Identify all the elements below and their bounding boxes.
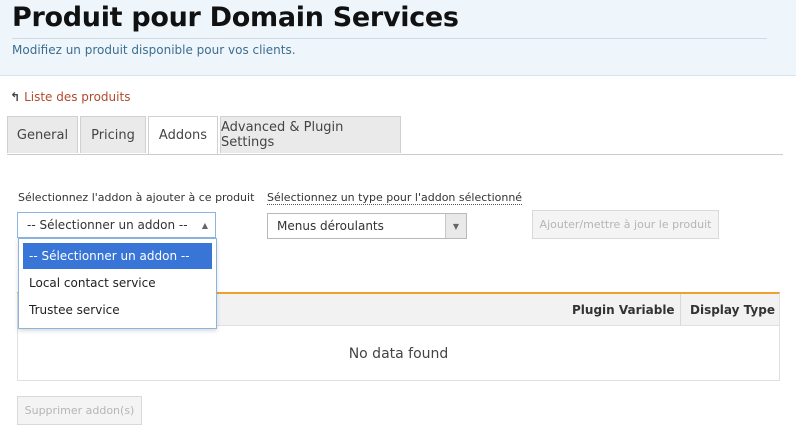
tab-general[interactable]: General [7, 116, 78, 153]
dropdown-option-none[interactable]: -- Sélectionner un addon -- [23, 243, 212, 269]
back-to-products-link[interactable]: ↰ Liste des produits [10, 90, 130, 104]
tab-pricing[interactable]: Pricing [80, 116, 146, 153]
tab-addons[interactable]: Addons [148, 116, 218, 154]
addon-type-select[interactable]: Menus déroulants ▼ [267, 213, 467, 239]
page-title: Produit pour Domain Services [12, 2, 459, 33]
product-tabs: General Pricing Addons Advanced & Plugin… [7, 116, 783, 155]
column-divider [680, 294, 681, 325]
addon-dropdown-list: -- Sélectionner un addon -- Local contac… [18, 238, 217, 329]
return-arrow-icon: ↰ [10, 90, 21, 104]
empty-table-message: No data found [348, 346, 449, 362]
caret-down-icon: ▼ [445, 214, 466, 238]
column-display-type[interactable]: Display Type [690, 294, 775, 325]
header-divider [12, 38, 767, 39]
page-header: Produit pour Domain Services Modifiez un… [0, 0, 796, 76]
page-subtitle: Modifiez un produit disponible pour vos … [12, 43, 296, 57]
update-product-button[interactable]: Ajouter/mettre à jour le produit [532, 210, 719, 239]
addon-type-select-value: Menus déroulants [277, 219, 384, 233]
dropdown-option-trustee[interactable]: Trustee service [23, 297, 212, 323]
dropdown-option-local-contact[interactable]: Local contact service [23, 270, 212, 296]
caret-up-icon: ▲ [201, 220, 209, 230]
type-select-label: Sélectionnez un type pour l'addon sélect… [267, 191, 523, 205]
addon-select[interactable]: -- Sélectionner un addon -- ▲ [17, 212, 216, 238]
column-plugin-variable[interactable]: Plugin Variable [572, 294, 675, 325]
tab-advanced-plugin-settings[interactable]: Advanced & Plugin Settings [220, 116, 401, 153]
remove-addon-button[interactable]: Supprimer addon(s) [17, 396, 142, 425]
addon-select-value: -- Sélectionner un addon -- [27, 218, 188, 232]
back-link-label: Liste des produits [24, 90, 131, 104]
addon-select-label: Sélectionnez l'addon à ajouter à ce prod… [18, 191, 255, 204]
